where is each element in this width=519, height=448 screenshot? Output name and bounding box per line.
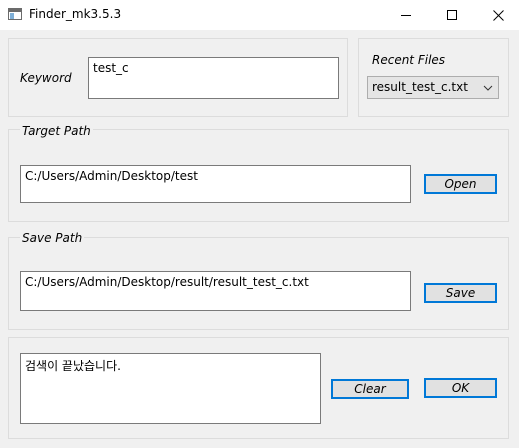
recent-files-label: Recent Files (370, 53, 448, 67)
maximize-icon (447, 10, 457, 20)
app-window-icon (8, 8, 22, 20)
target-path-input[interactable]: C:/Users/Admin/Desktop/test (20, 165, 411, 203)
recent-files-dropdown[interactable]: result_test_c.txt (367, 76, 499, 99)
close-icon (492, 9, 504, 21)
chevron-down-icon (483, 85, 493, 91)
status-output[interactable]: 검색이 끝났습니다. (20, 353, 321, 424)
maximize-button[interactable] (429, 0, 475, 30)
minimize-button[interactable] (383, 0, 429, 30)
clear-button[interactable]: Clear (331, 379, 409, 399)
open-button[interactable]: Open (424, 174, 497, 194)
recent-files-selected: result_test_c.txt (372, 80, 468, 94)
title-bar: Finder_mk3.5.3 (0, 0, 519, 30)
save-button[interactable]: Save (424, 283, 497, 303)
close-button[interactable] (475, 0, 519, 30)
keyword-label: Keyword (18, 71, 74, 85)
save-path-label: Save Path (20, 231, 85, 245)
save-path-input[interactable]: C:/Users/Admin/Desktop/result/result_tes… (20, 271, 411, 311)
window-title: Finder_mk3.5.3 (29, 7, 122, 21)
minimize-icon (401, 15, 411, 16)
keyword-input[interactable]: test_c (88, 57, 339, 99)
ok-button[interactable]: OK (424, 378, 497, 398)
target-path-label: Target Path (20, 124, 93, 138)
